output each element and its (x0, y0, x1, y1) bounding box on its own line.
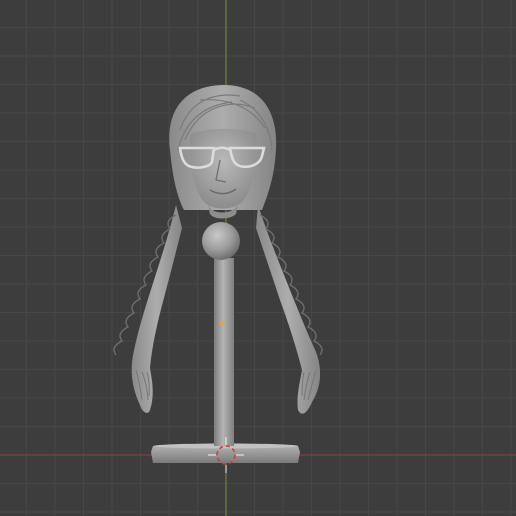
origin-dot-icon (219, 320, 225, 326)
stand-ball (202, 222, 240, 260)
viewport-grid (0, 0, 516, 516)
right-braid (256, 205, 323, 414)
stand-pole (214, 258, 234, 446)
left-braid (113, 205, 182, 413)
stand-base (151, 446, 300, 463)
3d-viewport[interactable] (0, 0, 516, 516)
viewport-canvas[interactable] (0, 0, 516, 516)
